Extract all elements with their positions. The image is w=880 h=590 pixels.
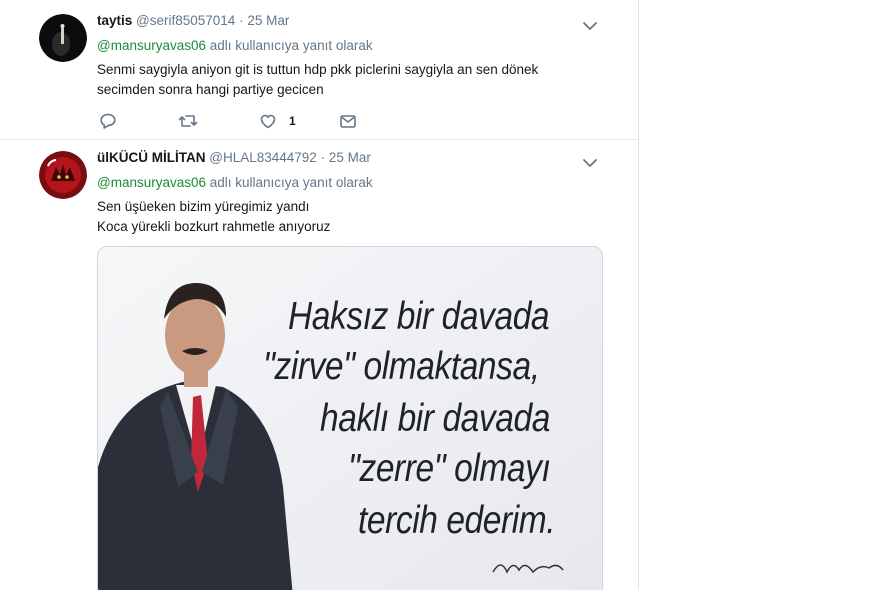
tweet[interactable]: taytis @serif85057014 · 25 Mar @mansurya… [0,0,638,140]
chevron-down-icon[interactable] [582,155,600,167]
tweet-header: taytis @serif85057014 · 25 Mar [97,13,289,28]
reply-icon [99,112,117,130]
tweet[interactable]: ülKÜCÜ MİLİTAN @HLAL83444792 · 25 Mar @m… [0,140,638,590]
timeline-column: taytis @serif85057014 · 25 Mar @mansurya… [0,0,639,590]
like-count: 1 [289,114,296,128]
quote-line: "zirve" olmaktansa, [263,345,540,388]
tweet-media-image[interactable]: Haksız bir davada "zirve" olmaktansa, ha… [97,246,603,590]
retweet-icon [178,112,198,130]
tweet-text: Senmi saygiyla aniyon git is tuttun hdp … [97,60,538,100]
chevron-down-icon[interactable] [582,18,600,30]
tweet-text: Sen üşüeken bizim yüregimiz yandı Koca y… [97,197,330,237]
direct-message-button[interactable] [339,111,357,131]
reply-handle-link[interactable]: @mansuryavas06 [97,38,206,53]
reply-handle-link[interactable]: @mansuryavas06 [97,175,206,190]
tweet-header: ülKÜCÜ MİLİTAN @HLAL83444792 · 25 Mar [97,150,371,165]
like-button[interactable]: 1 [259,111,296,131]
quote-line: haklı bir davada [320,397,550,440]
author-name[interactable]: taytis [97,13,132,28]
reply-context: @mansuryavas06 adlı kullanıcıya yanıt ol… [97,38,373,53]
author-name[interactable]: ülKÜCÜ MİLİTAN [97,150,205,165]
tweet-text-line: Koca yürekli bozkurt rahmetle anıyoruz [97,219,331,234]
quote-line: tercih ederim. [358,499,556,542]
tweet-actions: 1 [99,111,399,133]
author-handle[interactable]: @serif85057014 [136,13,235,28]
quote-line: "zerre" olmayı [348,447,551,490]
tweet-date[interactable]: · 25 Mar [239,13,289,28]
retweet-button[interactable] [178,111,198,131]
envelope-icon [339,112,357,130]
tweet-text-line: secimden sonra hangi partiye gecicen [97,82,324,97]
tweet-text-line: Senmi saygiyla aniyon git is tuttun hdp … [97,62,539,77]
reply-button[interactable] [99,111,117,131]
tweet-text-line: Sen üşüeken bizim yüregimiz yandı [97,199,310,214]
avatar[interactable] [39,151,87,199]
heart-icon [259,112,277,130]
quote-line: Haksız bir davada [288,295,550,338]
author-handle[interactable]: @HLAL83444792 [209,150,317,165]
reply-context: @mansuryavas06 adlı kullanıcıya yanıt ol… [97,175,373,190]
tweet-date[interactable]: · 25 Mar [321,150,371,165]
reply-suffix: adlı kullanıcıya yanıt olarak [206,175,373,190]
quote-text: Haksız bir davada "zirve" olmaktansa, ha… [98,247,602,590]
reply-suffix: adlı kullanıcıya yanıt olarak [206,38,373,53]
avatar[interactable] [39,14,87,62]
